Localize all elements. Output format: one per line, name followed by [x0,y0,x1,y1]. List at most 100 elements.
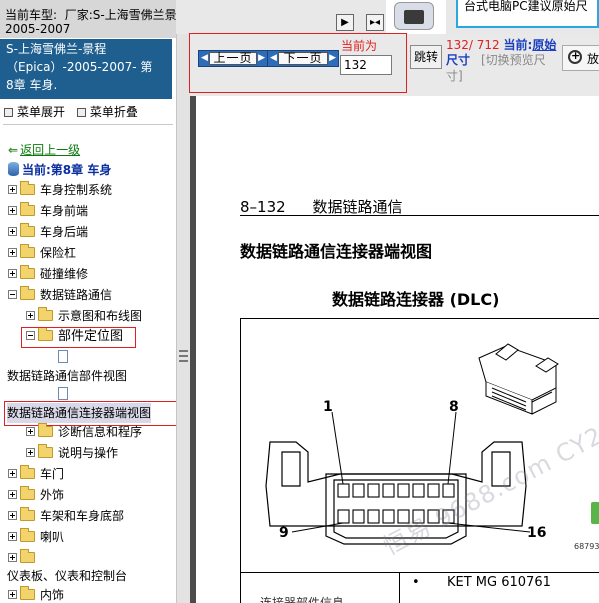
expand-plus-icon[interactable] [8,490,17,499]
tree-item[interactable]: 车身控制系统 [8,180,112,200]
tree-item-label: 碰撞维修 [40,267,89,281]
chapter-title-line: （Epica）-2005-2007- 第 [6,60,153,74]
folder-icon [20,181,35,195]
splitter-grip-icon[interactable] [179,350,188,362]
page-count: 132/ 712 [446,38,500,52]
chapter-title-line: 8章 车身. [6,78,58,92]
menu-expand-button[interactable]: 菜单展开 [4,105,69,119]
folder-icon [20,486,35,500]
folder-icon [38,444,53,458]
tree-item[interactable]: 外饰 [8,485,64,505]
arrow-right-icon: ▶ [329,53,336,63]
folder-icon [20,586,35,600]
expand-plus-icon[interactable] [8,269,17,278]
tree-item[interactable]: 车身前端 [8,201,88,221]
tree-item[interactable]: 示意图和布线图 [26,306,142,326]
page-icon [58,350,68,363]
notice-box: 台式电脑PC建议原始尺 [456,0,599,28]
expand-plus-icon[interactable] [8,206,17,215]
table-divider [399,572,400,603]
tree-item[interactable]: 喇叭 [8,527,64,547]
car-model-text: 厂家:S-上海雪佛兰景程（Epica） [64,8,176,22]
tree-item-label: 车身后端 [40,225,89,239]
tree-item-label: 诊断信息和程序 [58,425,143,439]
expand-plus-icon[interactable] [8,185,17,194]
expand-plus-icon[interactable] [8,511,17,520]
arrow-right-icon: ▶ [258,53,265,63]
jump-button[interactable]: 跳转 [410,45,442,69]
expand-plus-icon[interactable] [8,469,17,478]
tree-item-label: 车身控制系统 [40,183,113,197]
tree-item-label: 数据链路通信 [40,288,113,302]
tree-item-label: 车架和车身底部 [40,509,125,523]
back-link[interactable]: ⇐ 返回上一级 [8,140,80,160]
expand-plus-icon[interactable] [8,248,17,257]
tree-item[interactable]: 车门 [8,464,64,484]
tree-item[interactable]: 车架和车身底部 [8,506,124,526]
expand-plus-icon[interactable] [8,227,17,236]
connector-part-number: KET MG 610761 [447,575,551,590]
car-model-prefix: 当前车型: [5,8,58,22]
expand-plus-icon[interactable] [8,553,17,562]
tree-item-label: 数据链路通信部件视图 [7,369,128,383]
arrow-left-icon: ◀ [270,53,277,63]
tree-item[interactable]: 诊断信息和程序 [26,422,142,442]
tree-item-label: 喇叭 [40,530,65,544]
pin-label-8: 8 [449,399,459,415]
tree-item[interactable] [8,548,40,568]
tree-item-label: 内饰 [40,588,65,602]
chapter-title-box: S-上海雪佛兰-景程 （Epica）-2005-2007- 第 8章 车身. [0,39,172,99]
prev-page-button[interactable]: ◀ 上一页 ▶ [198,50,268,67]
tree-item-label: 说明与操作 [58,446,119,460]
current-chapter-label: 当前:第8章 车身 [22,163,112,177]
tree-item-label: 保险杠 [40,246,77,260]
next-page-button[interactable]: ◀ 下一页 ▶ [267,50,339,67]
tree-item[interactable]: 说明与操作 [26,443,118,463]
zoom-button[interactable]: 放 [562,45,599,71]
page-node[interactable] [58,347,72,367]
folder-icon [38,307,53,321]
expand-plus-icon[interactable] [26,448,35,457]
menu-collapse-label: 菜单折叠 [89,105,138,119]
menu-expand-label: 菜单展开 [17,105,66,119]
menu-collapse-button[interactable]: 菜单折叠 [76,105,142,119]
tree-item[interactable]: 碰撞维修 [8,264,88,284]
folder-icon [20,265,35,279]
pin-label-16: 16 [527,525,547,541]
connector-info-text: 连接器部件信息 [260,596,345,603]
page-number-input[interactable] [340,55,392,75]
folder-icon [38,423,53,437]
database-icon [8,162,19,176]
car-model-years: 2005-2007 [5,22,71,36]
collapse-minus-icon[interactable] [8,290,17,299]
tree-item[interactable]: 仪表板、仪表和控制台 [7,566,127,586]
expand-plus-icon[interactable] [8,590,17,599]
tree-item[interactable]: 内饰 [8,585,64,603]
switch-preview-size-link-cont[interactable]: 寸] [446,67,463,84]
fit-button[interactable]: ▸◂ [366,14,384,31]
tree-item[interactable]: 车身后端 [8,222,88,242]
document-page: 8–132 数据链路通信 数据链路通信连接器端视图 数据链路连接器 (DLC) [196,96,599,603]
tree-item[interactable]: 数据链路通信部件视图 [7,366,127,386]
folder-icon [20,202,35,216]
collapse-icon [76,108,86,117]
folder-icon [20,507,35,521]
expand-plus-icon[interactable] [26,427,35,436]
switch-preview-size-link[interactable]: [切换预览尺 [481,51,546,68]
original-size-link[interactable]: 原始 [532,38,556,52]
chapter-title-line: S-上海雪佛兰-景程 [6,42,107,56]
current-chapter: 当前:第8章 车身 [8,160,111,180]
pin-label-1: 1 [323,399,333,415]
car-model-bar: 当前车型: 厂家:S-上海雪佛兰景程（Epica） 2005-2007 [0,0,176,38]
tree-item-label: 外饰 [40,488,65,502]
prev-page-label: 上一页 [209,52,257,65]
tree-item[interactable]: 保险杠 [8,243,76,263]
play-button[interactable]: ▶ [336,14,354,31]
expand-plus-icon[interactable] [8,532,17,541]
folder-icon [20,528,35,542]
bullet: • [412,575,420,590]
tree-item[interactable]: 数据链路通信 [8,285,112,305]
expand-plus-icon[interactable] [26,311,35,320]
panel-splitter[interactable] [176,0,190,603]
notice-text: 台式电脑PC建议原始尺 [464,0,588,13]
